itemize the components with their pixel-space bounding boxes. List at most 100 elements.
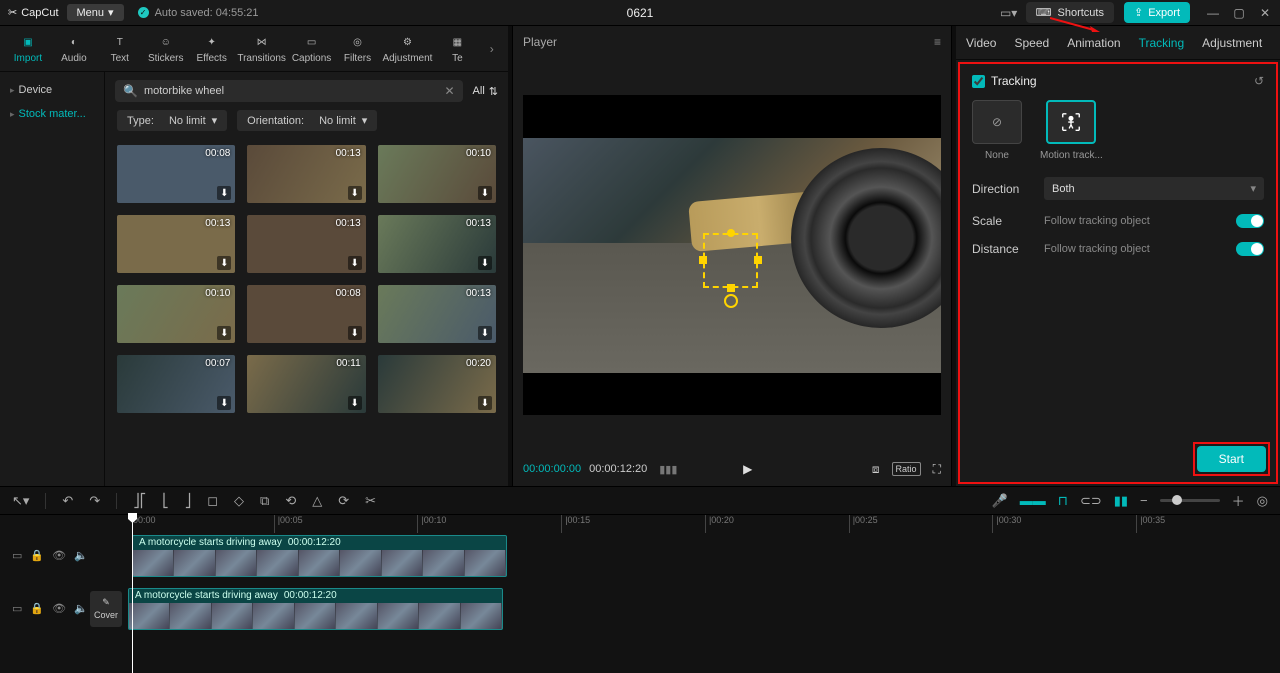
stock-thumb[interactable]: 00:08⬇ (117, 145, 235, 203)
zoom-in-button[interactable]: ＋ (1232, 491, 1245, 510)
collapse-icon[interactable]: ▭ (12, 549, 22, 562)
tool-templates[interactable]: ▦Te (437, 33, 477, 64)
collapse-icon[interactable]: ▭ (12, 602, 22, 615)
download-icon[interactable]: ⬇ (478, 186, 492, 200)
tab-adjustment[interactable]: Adjustment (1202, 36, 1262, 50)
crop-tool[interactable]: ✂ (365, 493, 376, 509)
tool-adjustment[interactable]: ⚙Adjustment (383, 33, 431, 64)
redo-button[interactable]: ↷ (89, 493, 100, 509)
tool-filters[interactable]: ◎Filters (338, 33, 378, 64)
visibility-icon[interactable]: 👁 (52, 602, 66, 615)
direction-select[interactable]: Both▾ (1044, 177, 1264, 200)
tracking-handle[interactable] (727, 229, 735, 237)
crop-button[interactable]: ◻ (207, 493, 218, 509)
nav-device[interactable]: ▸Device (0, 78, 104, 102)
lock-icon[interactable]: 🔒 (30, 549, 44, 562)
mute-icon[interactable]: 🔈 (74, 549, 88, 562)
search-scope-dropdown[interactable]: All⇅ (473, 85, 498, 98)
stock-thumb[interactable]: 00:13⬇ (247, 145, 365, 203)
compare-icon[interactable]: ⧈ (872, 462, 880, 477)
download-icon[interactable]: ⬇ (348, 256, 362, 270)
zoom-fit-button[interactable]: ◎ (1257, 493, 1268, 509)
tracking-handle[interactable] (727, 284, 735, 292)
stock-thumb[interactable]: 00:07⬇ (117, 355, 235, 413)
scroll-right-button[interactable]: › (483, 26, 500, 72)
distance-toggle[interactable] (1236, 242, 1264, 256)
tracking-handle[interactable] (754, 256, 762, 264)
time-ruler[interactable]: 00:00|00:05|00:10|00:15|00:20|00:25|00:3… (0, 515, 1280, 533)
ratio-button[interactable]: Ratio (892, 462, 921, 476)
orientation-filter[interactable]: Orientation: No limit ▾ (237, 110, 377, 131)
stock-thumb[interactable]: 00:10⬇ (117, 285, 235, 343)
tool-effects[interactable]: ✦Effects (192, 33, 232, 64)
playhead[interactable] (132, 515, 133, 673)
stock-thumb[interactable]: 00:11⬇ (247, 355, 365, 413)
mute-icon[interactable]: 🔈 (74, 602, 88, 615)
audio-meter-icon[interactable]: ▮▮▮ (659, 463, 677, 476)
record-button[interactable]: 🎤 (992, 493, 1008, 509)
download-icon[interactable]: ⬇ (348, 186, 362, 200)
layout-icon[interactable]: ▭▾ (1002, 6, 1016, 20)
download-icon[interactable]: ⬇ (478, 256, 492, 270)
copy-button[interactable]: ⧉ (260, 493, 269, 509)
maximize-button[interactable]: ▢ (1232, 6, 1246, 20)
tracking-handle[interactable] (699, 256, 707, 264)
reset-tracking-button[interactable]: ↺ (1254, 74, 1264, 88)
reverse-button[interactable]: ⟲ (285, 493, 296, 509)
undo-button[interactable]: ↶ (62, 493, 73, 509)
selection-tool[interactable]: ↖▾ (12, 493, 29, 509)
stock-thumb[interactable]: 00:13⬇ (378, 285, 496, 343)
split-button[interactable]: ⎦⎡ (133, 493, 146, 509)
player-menu-button[interactable]: ≡ (934, 35, 941, 49)
tab-tracking[interactable]: Tracking (1139, 36, 1185, 50)
clip-overlay[interactable]: A motorcycle starts driving away00:00:12… (132, 535, 507, 577)
tool-import[interactable]: ▣Import (8, 33, 48, 64)
magnet-button[interactable]: ⊓ (1058, 493, 1068, 509)
stock-thumb[interactable]: 00:20⬇ (378, 355, 496, 413)
snap-button[interactable]: ▮▮ (1114, 493, 1128, 509)
start-button[interactable]: Start (1197, 446, 1266, 472)
tracking-mode-none[interactable]: ⊘ None (972, 100, 1022, 161)
download-icon[interactable]: ⬇ (348, 326, 362, 340)
download-icon[interactable]: ⬇ (217, 186, 231, 200)
stock-thumb[interactable]: 00:08⬇ (247, 285, 365, 343)
tool-audio[interactable]: ◐Audio (54, 33, 94, 64)
download-icon[interactable]: ⬇ (478, 396, 492, 410)
trim-left-button[interactable]: ⎣ (162, 493, 169, 509)
zoom-slider[interactable] (1160, 499, 1220, 502)
shortcuts-button[interactable]: ⌨ Shortcuts (1026, 2, 1114, 23)
tracking-mode-motion[interactable]: Motion track... (1040, 100, 1103, 161)
tool-captions[interactable]: ▭Captions (292, 33, 332, 64)
tab-speed[interactable]: Speed (1014, 36, 1049, 50)
play-button[interactable]: ▶ (743, 462, 752, 476)
fullscreen-icon[interactable]: ⛶ (933, 462, 941, 477)
type-filter[interactable]: Type: No limit ▾ (117, 110, 227, 131)
cover-button[interactable]: ✎Cover (90, 591, 122, 627)
download-icon[interactable]: ⬇ (217, 256, 231, 270)
clip-main[interactable]: A motorcycle starts driving away00:00:12… (128, 588, 503, 630)
trim-right-button[interactable]: ⎦ (185, 493, 192, 509)
link-button[interactable]: ⊂⊃ (1080, 493, 1102, 509)
search-input[interactable] (144, 85, 439, 97)
stock-thumb[interactable]: 00:13⬇ (117, 215, 235, 273)
export-button[interactable]: ⇪ Export (1124, 2, 1190, 23)
tool-transitions[interactable]: ⋈Transitions (238, 33, 286, 64)
close-button[interactable]: ✕ (1258, 6, 1272, 20)
zoom-out-button[interactable]: − (1140, 493, 1148, 508)
clear-search-button[interactable]: ✕ (444, 84, 454, 98)
marker-button[interactable]: ◇ (234, 493, 244, 509)
scale-toggle[interactable] (1236, 214, 1264, 228)
visibility-icon[interactable]: 👁 (52, 549, 66, 562)
download-icon[interactable]: ⬇ (217, 326, 231, 340)
download-icon[interactable]: ⬇ (348, 396, 362, 410)
mirror-button[interactable]: △ (312, 493, 322, 509)
nav-stock[interactable]: ▸Stock mater... (0, 102, 104, 126)
stock-thumb[interactable]: 00:13⬇ (378, 215, 496, 273)
tab-animation[interactable]: Animation (1067, 36, 1120, 50)
tool-stickers[interactable]: ☺Stickers (146, 33, 186, 64)
download-icon[interactable]: ⬇ (217, 396, 231, 410)
menu-button[interactable]: Menu ▾ (67, 4, 124, 21)
tool-text[interactable]: TText (100, 33, 140, 64)
tracking-target-icon[interactable] (724, 294, 738, 308)
minimize-button[interactable]: — (1206, 6, 1220, 20)
